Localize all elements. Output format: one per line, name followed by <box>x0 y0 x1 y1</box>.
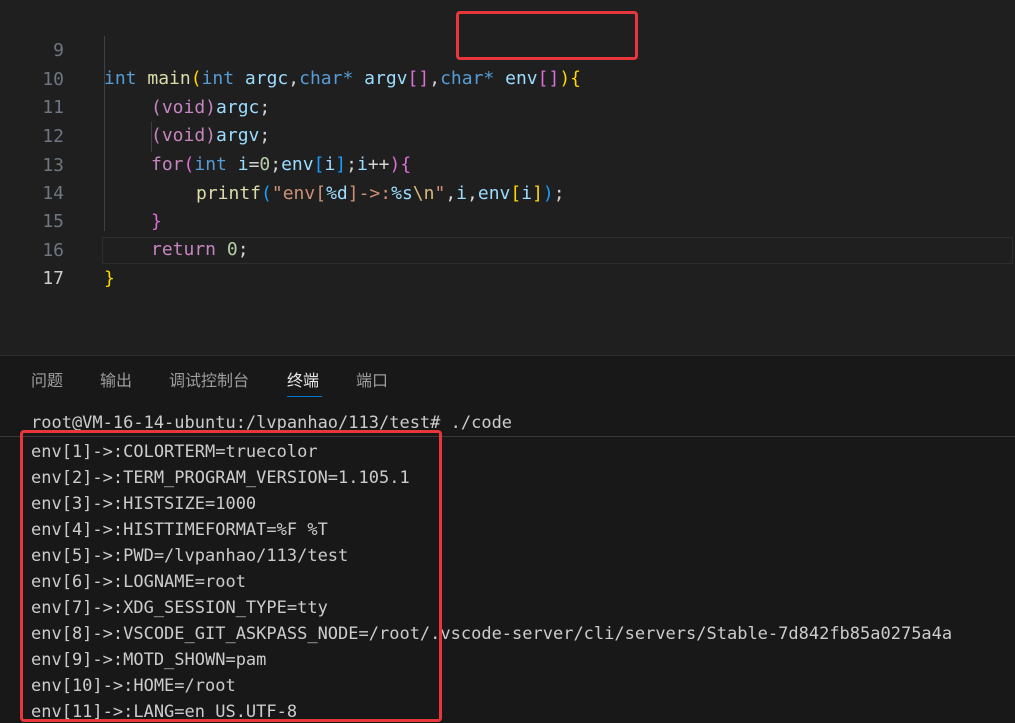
vscode-window: 9 int main(int argc,char* argv[],char* e… <box>0 0 1015 723</box>
code-line-14: 14 } <box>0 152 1015 232</box>
code-editor[interactable]: 9 int main(int argc,char* argv[],char* e… <box>0 0 1015 355</box>
bottom-panel: 问题 输出 调试控制台 终端 端口 root@VM-16-14-ubuntu:/… <box>0 355 1015 723</box>
tab-terminal[interactable]: 终端 <box>287 370 319 392</box>
annotation-highlight-box <box>456 11 638 60</box>
tab-output[interactable]: 输出 <box>100 370 132 392</box>
token: } <box>104 268 115 289</box>
annotation-highlight-box <box>20 430 442 722</box>
code-line-12: 12 for(int i=0;env[i];i++){ <box>0 95 1015 175</box>
active-tab-indicator <box>287 396 322 397</box>
tab-ports[interactable]: 端口 <box>356 370 388 392</box>
code-line-16: 16 } <box>0 209 1015 289</box>
tab-debug-console[interactable]: 调试控制台 <box>169 370 249 392</box>
code-line-17: 17 <box>0 237 1015 289</box>
tab-problems[interactable]: 问题 <box>31 370 63 392</box>
code-line-15: 15 return 0; <box>0 180 1015 260</box>
line-number: 17 <box>42 268 64 289</box>
code-line-11: 11 (void)argv; <box>0 66 1015 146</box>
code-line-13: 13 printf("env[%d]->:%s\n",i,env[i]); <box>0 124 1015 204</box>
